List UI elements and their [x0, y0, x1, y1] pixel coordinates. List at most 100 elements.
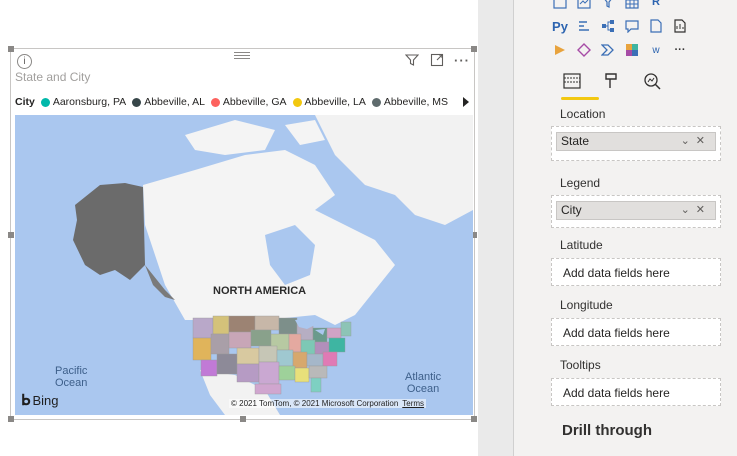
map-visual[interactable]: i ··· State and City City Aaronsburg, PA… [8, 46, 477, 422]
legend-dot [40, 97, 50, 107]
longitude-placeholder: Add data fields here [563, 326, 670, 340]
qa-icon[interactable] [624, 18, 640, 34]
latitude-placeholder: Add data fields here [563, 266, 670, 280]
map-area[interactable]: NORTH AMERICA Pacific Ocean Atlantic Oce… [15, 115, 473, 415]
map-label-pacific-ocean: Pacific Ocean [55, 365, 87, 389]
close-icon[interactable]: ✕ [696, 135, 711, 147]
location-field-pill[interactable]: State ⌄✕ [556, 132, 716, 151]
kpi-icon[interactable] [576, 0, 592, 10]
legend-dot [210, 97, 220, 107]
report-canvas: i ··· State and City City Aaronsburg, PA… [0, 0, 478, 456]
longitude-label: Longitude [560, 298, 613, 312]
legend-dot [132, 97, 142, 107]
resize-handle[interactable] [8, 232, 14, 238]
paginated-report-icon[interactable] [648, 18, 664, 34]
info-icon[interactable]: i [17, 54, 32, 69]
close-icon[interactable]: ✕ [696, 204, 711, 216]
word-visual-icon[interactable]: w [648, 42, 664, 58]
greenland-landmass [315, 115, 473, 225]
format-tab-icon[interactable] [600, 70, 624, 92]
legend-field-label: City [561, 203, 582, 217]
power-automate-icon[interactable] [576, 42, 592, 58]
resize-handle[interactable] [8, 46, 14, 52]
table-icon[interactable] [624, 0, 640, 10]
matrix-heat-icon[interactable] [624, 42, 640, 58]
more-options-icon[interactable]: ··· [454, 52, 470, 68]
legend-item-label: Abbeville, GA [222, 96, 287, 108]
visualizations-pane: R Py w ··· Location State ⌄✕ Legend City… [514, 0, 737, 456]
visual-title: State and City [15, 70, 91, 84]
legend-dot [292, 97, 302, 107]
tooltips-placeholder: Add data fields here [563, 386, 670, 400]
visual-icons-row-2: Py [552, 18, 688, 34]
decomposition-tree-icon[interactable] [600, 18, 616, 34]
legend-item-label: Abbeville, MS [383, 96, 449, 108]
legend-item[interactable]: Abbeville, MS [371, 96, 449, 108]
filter-icon[interactable] [404, 52, 420, 68]
chevron-down-icon[interactable]: ⌄ [681, 204, 696, 216]
active-tab-indicator [561, 97, 599, 100]
visual-icons-row-3: w ··· [552, 42, 688, 58]
focus-mode-icon[interactable] [429, 52, 445, 68]
python-visual-icon[interactable]: Py [552, 18, 568, 34]
power-apps-icon[interactable] [552, 42, 568, 58]
pill-controls: ⌄✕ [681, 202, 711, 219]
pane-tabs [560, 70, 664, 92]
location-well[interactable]: State ⌄✕ [551, 126, 721, 161]
resize-handle[interactable] [240, 416, 246, 422]
latitude-well[interactable]: Add data fields here [551, 258, 721, 286]
location-label: Location [560, 107, 606, 121]
copyright-text: © 2021 TomTom, © 2021 Microsoft Corporat… [231, 399, 399, 408]
pill-controls: ⌄✕ [681, 133, 711, 150]
legend-item[interactable]: Abbeville, LA [292, 96, 366, 108]
legend-item[interactable]: Aaronsburg, PA [40, 96, 127, 108]
card-icon[interactable] [552, 0, 568, 10]
legend-item-label: Aaronsburg, PA [52, 96, 127, 108]
pane-divider [478, 0, 514, 456]
resize-handle[interactable] [471, 46, 477, 52]
resize-handle[interactable] [8, 416, 14, 422]
bing-label: Bing [32, 392, 59, 408]
legend-next-arrow-icon[interactable] [463, 97, 469, 107]
bing-logo: ᖯ Bing [21, 391, 58, 409]
visual-header-icons: ··· [404, 52, 470, 68]
smart-narrative-icon[interactable] [672, 18, 688, 34]
chevron-down-icon[interactable]: ⌄ [681, 135, 696, 147]
arctic-islands [185, 120, 325, 155]
legend-item-label: Abbeville, LA [304, 96, 366, 108]
latitude-label: Latitude [560, 238, 603, 252]
map-label-atlantic-ocean: Atlantic Ocean [405, 371, 441, 395]
tooltips-well[interactable]: Add data fields here [551, 378, 721, 406]
slicer-icon[interactable] [600, 0, 616, 10]
longitude-well[interactable]: Add data fields here [551, 318, 721, 346]
legend-title: City [15, 96, 35, 108]
map-label-line: Pacific [55, 365, 88, 377]
drill-through-heading[interactable]: Drill through [562, 422, 652, 439]
map-copyright: © 2021 TomTom, © 2021 Microsoft Corporat… [229, 399, 427, 408]
r-visual-icon[interactable]: R [648, 0, 664, 10]
fields-tab-icon[interactable] [560, 70, 584, 92]
map-label-line: Atlantic [405, 371, 442, 383]
legend-field-pill[interactable]: City ⌄✕ [556, 201, 716, 220]
map-label-line: Ocean [406, 383, 440, 395]
more-visuals-icon[interactable]: ··· [672, 42, 688, 58]
legend-label: Legend [560, 176, 601, 190]
terms-link[interactable]: Terms [402, 399, 424, 408]
resize-handle[interactable] [471, 416, 477, 422]
legend-dot [371, 97, 381, 107]
legend-item[interactable]: Abbeville, AL [132, 96, 205, 108]
legend-well[interactable]: City ⌄✕ [551, 195, 721, 228]
map-label-line: Ocean [55, 377, 88, 389]
bing-b-icon: ᖯ [21, 392, 31, 409]
analytics-tab-icon[interactable] [640, 70, 664, 92]
alaska-region [73, 183, 145, 280]
flow-icon[interactable] [600, 42, 616, 58]
drag-grip[interactable] [234, 52, 250, 60]
legend: City Aaronsburg, PA Abbeville, AL Abbevi… [15, 96, 454, 108]
legend-item[interactable]: Abbeville, GA [210, 96, 287, 108]
legend-item-label: Abbeville, AL [144, 96, 205, 108]
key-influencers-icon[interactable] [576, 18, 592, 34]
map-label-north-america: NORTH AMERICA [213, 285, 307, 297]
location-field-label: State [561, 134, 590, 148]
tooltips-label: Tooltips [560, 358, 601, 372]
